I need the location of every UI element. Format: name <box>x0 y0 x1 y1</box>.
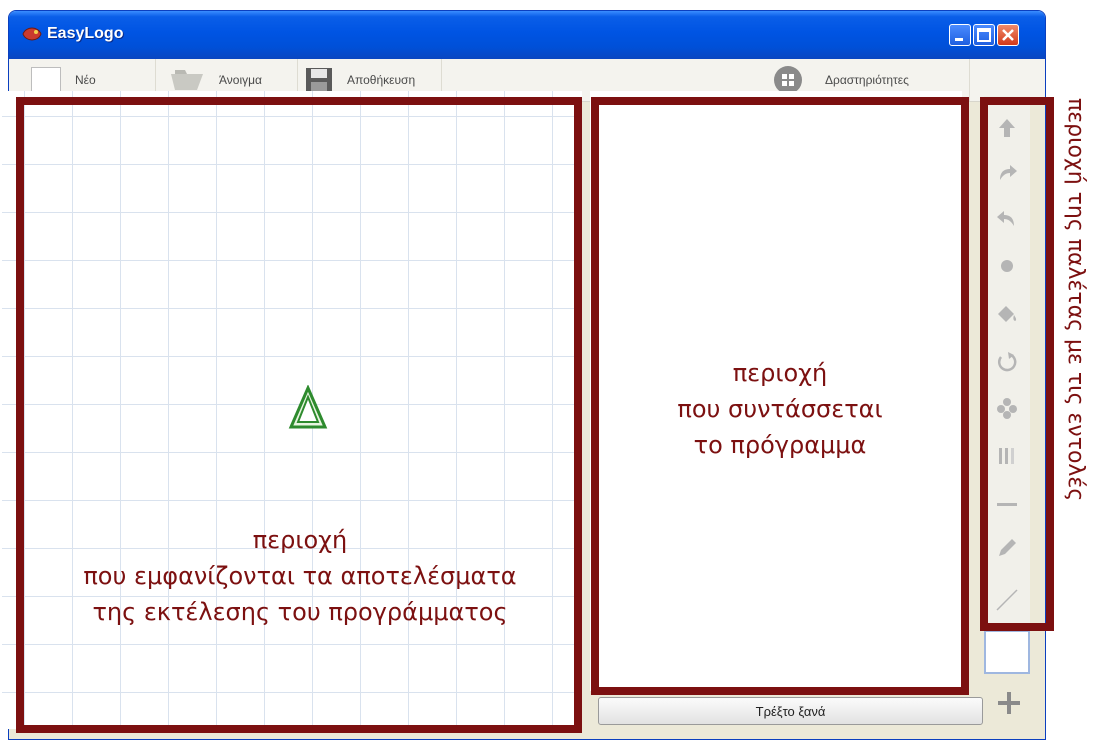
program-annotation-label: περιοχή που συντάσσεται το πρόγραμμα <box>594 355 966 463</box>
minimize-button[interactable] <box>949 24 971 46</box>
annotation-line: της εκτέλεσης του προγράμματος <box>92 598 508 626</box>
add-icon[interactable] <box>996 690 1022 716</box>
run-again-button[interactable]: Τρέξτο ξανά <box>598 697 983 725</box>
open-label: Άνοιγμα <box>219 73 262 87</box>
annotation-line: περιοχή <box>732 359 828 387</box>
close-button[interactable] <box>997 24 1019 46</box>
activities-label: Δραστηριότητες <box>825 73 909 87</box>
close-icon <box>1002 29 1014 41</box>
title-bar: EasyLogo <box>9 11 1045 59</box>
maximize-button[interactable] <box>973 24 995 46</box>
app-logo-icon <box>22 27 42 41</box>
toolbar-divider <box>969 59 970 101</box>
palette-annotation-label: περιοχή της παλέτας με τις εντολές <box>1063 98 1088 502</box>
minimize-icon <box>955 38 963 41</box>
save-disk-icon <box>306 68 332 92</box>
canvas-annotation-label: περιοχή που εμφανίζονται τα αποτελέσματα… <box>20 522 580 630</box>
new-document-icon <box>31 67 61 93</box>
new-label: Νέο <box>75 73 96 87</box>
save-label: Αποθήκευση <box>347 73 416 87</box>
maximize-icon <box>977 28 991 42</box>
annotation-line: που εμφανίζονται τα αποτελέσματα <box>83 562 517 590</box>
annotation-line: το πρόγραμμα <box>693 431 867 459</box>
folder-icon <box>171 70 203 90</box>
window-title: EasyLogo <box>47 25 124 42</box>
canvas-annotation-frame <box>16 97 582 733</box>
annotation-line: περιοχή <box>252 526 348 554</box>
color-swatch[interactable] <box>984 630 1030 674</box>
annotation-line: που συντάσσεται <box>677 395 883 423</box>
palette-annotation-frame <box>980 97 1054 631</box>
